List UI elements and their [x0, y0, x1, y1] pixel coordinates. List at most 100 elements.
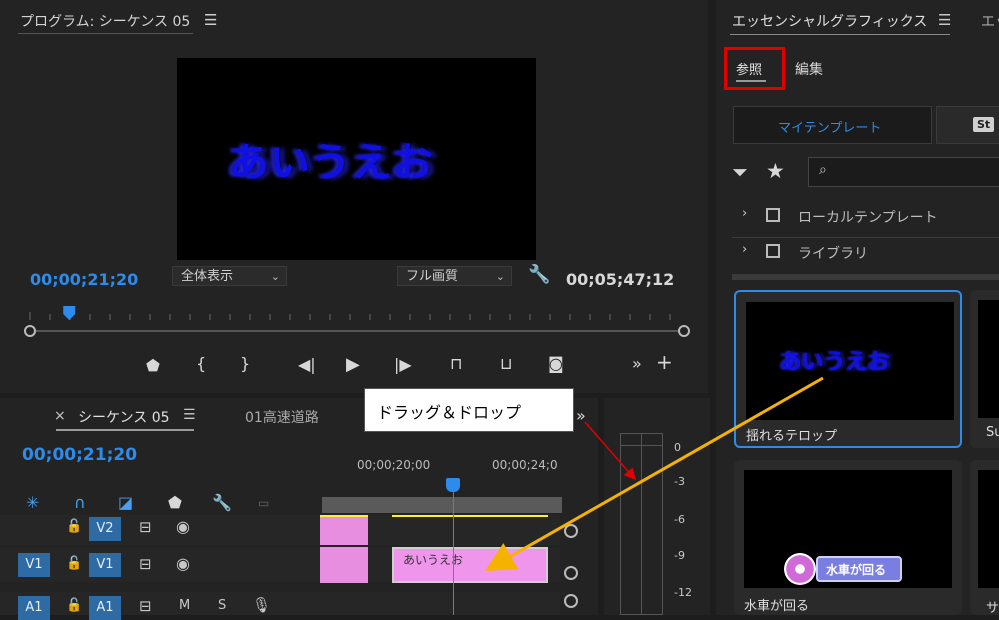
monitor-playhead: [63, 306, 76, 320]
step-back-button[interactable]: ◀|: [298, 355, 316, 375]
row-divider: [732, 237, 999, 238]
add-marker-button[interactable]: ⬟: [146, 356, 160, 376]
folder-label-library: ライブラリ: [798, 246, 868, 262]
template-name: サ: [986, 601, 999, 616]
program-preview[interactable]: あいうえお: [177, 58, 536, 260]
template-thumbnail: [978, 470, 999, 588]
thumbnail-badge: 水車が回る: [816, 556, 902, 582]
add-marker-icon[interactable]: ⬟: [168, 493, 182, 513]
chevron-right-icon: ›: [742, 242, 748, 257]
add-button-icon[interactable]: +: [656, 352, 673, 372]
eye-icon[interactable]: ◉: [176, 554, 190, 573]
resolution-value: フル画質: [406, 269, 459, 284]
sync-lock-icon[interactable]: ⊟: [139, 555, 152, 573]
folder-row-local[interactable]: › ローカルテンプレート: [732, 204, 999, 228]
template-search-input[interactable]: ⌕: [808, 157, 999, 187]
template-card[interactable]: 水車が回る 水車が回る: [734, 460, 962, 615]
timeline-timecode[interactable]: 00;00;21;20: [22, 445, 137, 465]
stock-badge-icon: St: [973, 117, 995, 132]
vertical-zoom-handle[interactable]: [564, 566, 578, 580]
playhead-handle[interactable]: [446, 478, 460, 492]
v1-source-patch-button[interactable]: V1: [18, 553, 50, 577]
nest-sequence-icon[interactable]: ✳: [26, 493, 39, 513]
waterwheel-icon: [784, 553, 816, 585]
callout-box: ドラッグ＆ドロップ: [364, 388, 574, 432]
folder-row-library[interactable]: › ライブラリ: [732, 240, 999, 264]
mark-in-button[interactable]: {: [196, 354, 206, 374]
more-controls-icon[interactable]: »: [632, 354, 642, 374]
panel-menu-icon[interactable]: ☰: [938, 11, 951, 29]
vertical-zoom-handle[interactable]: [564, 524, 578, 538]
ruler-label-2: 00;00;24;0: [492, 458, 558, 472]
template-card-partial[interactable]: Su: [970, 290, 999, 448]
current-timecode[interactable]: 00;00;21;20: [30, 270, 138, 289]
microphone-icon[interactable]: 🎙: [252, 596, 271, 614]
mark-out-button[interactable]: }: [240, 354, 250, 374]
track-lock-icon[interactable]: 🔓: [66, 556, 82, 571]
monitor-time-ruler[interactable]: [20, 300, 690, 340]
tab-sequence-05[interactable]: シーケンス 05: [78, 407, 170, 427]
v1-target-button[interactable]: V1: [89, 553, 121, 577]
meter-divider: [641, 433, 642, 615]
vertical-zoom-handle[interactable]: [564, 594, 578, 608]
solo-track-button[interactable]: S: [218, 598, 226, 613]
v2-target-button[interactable]: V2: [89, 517, 121, 541]
template-card-selected[interactable]: あいうえお 揺れるテロップ: [734, 290, 962, 448]
adobe-stock-button[interactable]: St: [936, 106, 999, 144]
folder-checkbox[interactable]: [766, 208, 780, 222]
section-divider: [732, 274, 999, 280]
time-ruler-bar[interactable]: [322, 497, 562, 513]
step-forward-button[interactable]: |▶: [394, 355, 412, 375]
yellow-work-area-line: [392, 515, 548, 517]
mute-track-button[interactable]: M: [179, 598, 190, 613]
eye-icon[interactable]: ◉: [176, 517, 190, 536]
play-button[interactable]: ▶: [346, 355, 360, 375]
cut-off-tab-title[interactable]: エッセ: [981, 11, 999, 31]
duration-timecode: 00;05;47;12: [566, 270, 675, 289]
template-thumbnail: 水車が回る: [744, 470, 952, 588]
chevron-down-icon: ⌄: [495, 270, 505, 283]
program-monitor-panel: プログラム: シーケンス 05 ☰ あいうえお 00;00;21;20 全体表示…: [0, 0, 708, 393]
tab-01-highway[interactable]: 01高速道路: [245, 407, 319, 427]
a1-target-button[interactable]: A1: [89, 596, 121, 620]
meter-label-6: -6: [674, 513, 685, 526]
timeline-settings-wrench-icon[interactable]: 🔧: [212, 493, 232, 513]
snap-magnet-icon[interactable]: ∩: [74, 493, 86, 513]
extract-button[interactable]: ⊔: [500, 354, 512, 374]
template-card-partial[interactable]: サ: [970, 460, 999, 616]
tab-edit[interactable]: 編集: [795, 59, 823, 79]
close-tab-icon[interactable]: ×: [54, 408, 66, 424]
zoom-level-select[interactable]: 全体表示 ⌄: [172, 266, 287, 286]
track-row-a1: [0, 592, 560, 615]
template-name: 水車が回る: [744, 599, 810, 614]
a1-source-patch-button[interactable]: A1: [18, 596, 50, 620]
export-frame-camera-icon[interactable]: ◙: [548, 354, 564, 374]
title-clip[interactable]: あいうえお: [392, 547, 548, 583]
linked-selection-icon[interactable]: ◪: [118, 493, 133, 513]
sync-lock-icon[interactable]: ⊟: [139, 597, 152, 615]
panel-menu-icon[interactable]: ☰: [204, 11, 217, 29]
ruler-label-1: 00;00;20;00: [357, 458, 431, 472]
template-name: Su: [986, 425, 999, 440]
tab-browse[interactable]: 参照: [736, 59, 762, 78]
my-templates-button[interactable]: マイテンプレート: [733, 106, 932, 144]
timeline-playhead[interactable]: [453, 482, 454, 615]
more-tabs-icon[interactable]: »: [576, 406, 586, 425]
favorites-star-icon[interactable]: ★: [766, 159, 785, 183]
wrench-icon[interactable]: 🔧: [528, 264, 550, 285]
playback-resolution-select[interactable]: フル画質 ⌄: [397, 266, 512, 286]
sync-lock-icon[interactable]: ⊟: [139, 518, 152, 536]
filter-icon[interactable]: ⏷: [732, 160, 748, 184]
folder-checkbox[interactable]: [766, 244, 780, 258]
program-monitor-title[interactable]: プログラム: シーケンス 05: [20, 11, 190, 31]
tab-menu-icon[interactable]: ☰: [183, 407, 196, 423]
template-thumbnail: あいうえお: [746, 302, 954, 420]
captions-icon[interactable]: ▭: [258, 493, 269, 513]
track-lock-icon[interactable]: 🔓: [66, 598, 82, 613]
lift-button[interactable]: ⊓: [450, 354, 462, 374]
track-lock-icon[interactable]: 🔓: [66, 519, 82, 534]
template-name: 揺れるテロップ: [746, 429, 838, 444]
clip-left-v2[interactable]: [320, 515, 368, 545]
clip-left-v1[interactable]: [320, 547, 368, 583]
essential-graphics-title[interactable]: エッセンシャルグラフィックス: [732, 11, 927, 31]
